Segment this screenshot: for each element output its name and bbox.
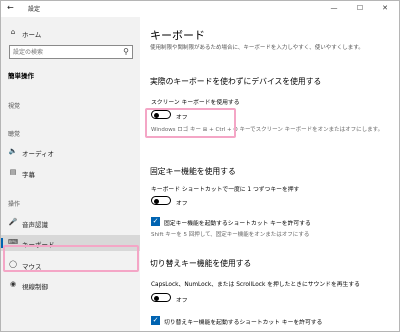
close-button[interactable]: ✕ xyxy=(375,2,395,14)
toggle-keys-shortcut-checkbox[interactable]: ✓ xyxy=(151,316,160,325)
maximize-button[interactable]: ☐ xyxy=(350,2,370,14)
search-box[interactable]: ⚲ xyxy=(9,45,133,59)
microphone-icon: 🎤 xyxy=(8,218,18,226)
sidebar-item-label: 音声認識 xyxy=(22,221,48,229)
checkbox-label: 固定キー機能を起動するショートカット キーを許可する xyxy=(164,221,311,227)
page-title: キーボード xyxy=(150,29,205,42)
sticky-keys-toggle[interactable] xyxy=(151,196,171,205)
eye-control-icon: ◉ xyxy=(9,280,17,288)
sidebar-item-speech[interactable]: 🎤 音声認識 xyxy=(1,215,140,231)
speaker-icon: 🔈 xyxy=(8,147,18,155)
sidebar-item-audio[interactable]: 🔈 オーディオ xyxy=(1,144,140,160)
toggle-keys-label: CapsLock、NumLock、または ScrollLock を押したときにサ… xyxy=(151,282,360,288)
toggle-knob xyxy=(154,198,159,204)
checkbox-label: 切り替えキー機能を起動するショートカット キーを許可する xyxy=(164,320,323,326)
sidebar-section-title: 簡単操作 xyxy=(8,72,34,80)
app-title: 設定 xyxy=(28,6,41,13)
sidebar-group-hearing: 聴覚 xyxy=(8,131,21,138)
highlight-frame xyxy=(145,108,236,138)
on-screen-keyboard-label: スクリーン キーボードを使用する xyxy=(151,100,240,106)
section-heading: 実際のキーボードを使わずにデバイスを使用する xyxy=(150,77,322,86)
toggle-state: オフ xyxy=(176,298,188,304)
search-icon: ⚲ xyxy=(123,47,129,56)
sidebar-home-label: ホーム xyxy=(22,31,42,39)
sidebar-item-eye-control[interactable]: ◉ 視線制御 xyxy=(1,277,140,293)
sidebar-item-label: 視線制御 xyxy=(22,283,48,291)
page-description: 使用制限や聞制限があるため場合に、キーボードを入力しやすく、使いやすくします。 xyxy=(150,45,364,51)
back-arrow-icon[interactable]: ← xyxy=(7,2,17,14)
sidebar-item-label: オーディオ xyxy=(22,150,55,158)
highlight-frame xyxy=(3,245,139,272)
caption-icon: ▤ xyxy=(9,168,17,176)
section-heading: 切り替えキー機能を使用する xyxy=(150,259,252,268)
sticky-keys-label: キーボード ショートカットで一度に 1 つずつキーを押す xyxy=(151,187,300,193)
sticky-keys-shortcut-checkbox[interactable]: ✓ xyxy=(151,217,160,226)
sticky-keys-note: Shift キーを 5 回押して、固定キー機能をオンまたはオフにする xyxy=(151,232,310,238)
sidebar-item-captions[interactable]: ▤ 字幕 xyxy=(1,165,140,181)
sidebar-item-home[interactable]: ⌂ ホーム xyxy=(1,25,140,41)
toggle-state: オフ xyxy=(176,201,188,207)
sidebar-group-interaction: 操作 xyxy=(8,201,21,208)
sidebar-group-vision: 視覚 xyxy=(8,103,21,110)
title-bar: ← 設定 — ☐ ✕ xyxy=(1,1,399,17)
main-content: キーボード 使用制限や聞制限があるため場合に、キーボードを入力しやすく、使いやす… xyxy=(140,17,399,331)
search-input[interactable] xyxy=(13,47,113,57)
home-icon: ⌂ xyxy=(10,28,16,36)
toggle-knob xyxy=(154,295,159,301)
sidebar-item-label: 字幕 xyxy=(22,171,35,179)
toggle-keys-toggle[interactable] xyxy=(151,293,171,302)
sidebar: ⌂ ホーム ⚲ 簡単操作 視覚 聴覚 🔈 オーディオ ▤ 字幕 操作 🎤 音声認… xyxy=(1,17,140,331)
settings-window: ← 設定 — ☐ ✕ ⌂ ホーム ⚲ 簡単操作 視覚 聴覚 🔈 オーディオ ▤ … xyxy=(0,0,400,332)
section-heading: 固定キー機能を使用する xyxy=(150,167,236,176)
minimize-button[interactable]: — xyxy=(324,2,344,14)
